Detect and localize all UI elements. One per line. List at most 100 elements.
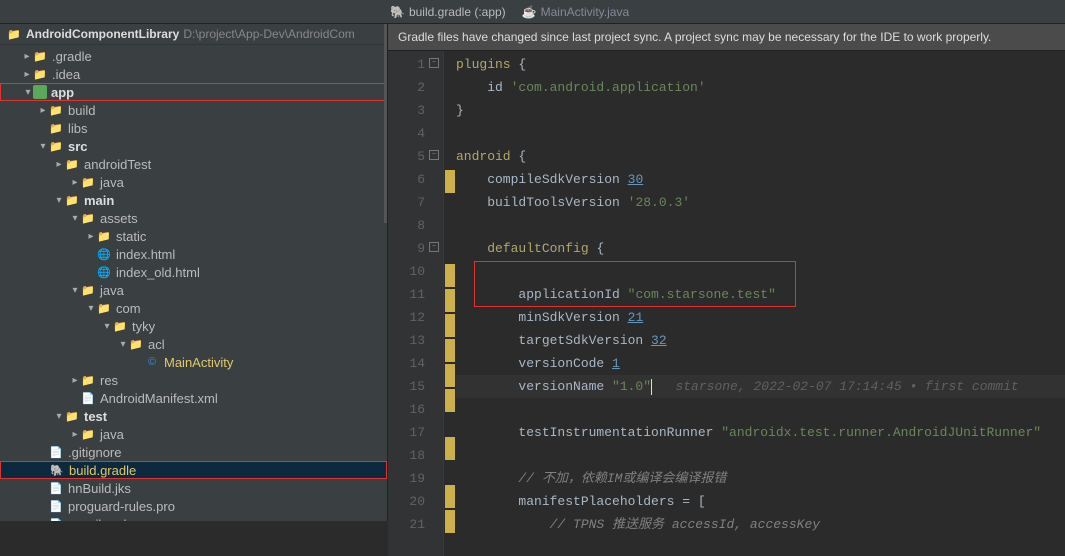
line-number: 20 (388, 490, 425, 513)
tree-item[interactable]: ▾📁com (0, 299, 387, 317)
tree-item[interactable]: ▸📁res (0, 371, 387, 389)
tree-item[interactable]: ▾📁src (0, 137, 387, 155)
line-number: 11 (388, 283, 425, 306)
fld-icon: 📁 (64, 156, 80, 172)
sync-banner[interactable]: Gradle files have changed since last pro… (388, 24, 1065, 51)
project-tree[interactable]: ▸📁.gradle▸📁.idea▾app▸📁build·📁libs▾📁src▸📁… (0, 45, 387, 521)
tree-item[interactable]: ▸📁.idea (0, 65, 387, 83)
chevron-down-icon[interactable]: ▾ (118, 339, 128, 350)
fold-icon[interactable]: − (429, 58, 439, 68)
chevron-right-icon[interactable]: ▸ (70, 429, 80, 440)
tree-item[interactable]: ▾📁assets (0, 209, 387, 227)
tree-item[interactable]: ▾📁java (0, 281, 387, 299)
code-line[interactable]: testInstrumentationRunner "androidx.test… (456, 421, 1065, 444)
code-line[interactable]: targetSdkVersion 32 (456, 329, 1065, 352)
code-line[interactable] (456, 444, 1065, 467)
chevron-down-icon[interactable]: ▾ (54, 411, 64, 422)
chevron-down-icon[interactable]: ▾ (70, 213, 80, 224)
fld-icon: 📁 (48, 102, 64, 118)
tree-item-label: index.html (116, 247, 175, 262)
line-number: 10 (388, 260, 425, 283)
tree-item[interactable]: ▸📁androidTest (0, 155, 387, 173)
chevron-right-icon[interactable]: ▸ (70, 375, 80, 386)
code-editor[interactable]: 1−2345−6789−101112131415161718192021 plu… (388, 51, 1065, 556)
tree-item[interactable]: ▸📁build (0, 101, 387, 119)
tree-item[interactable]: ·📄hnBuild.jks (0, 479, 387, 497)
tree-item[interactable]: ▾app (0, 83, 387, 101)
chevron-right-icon[interactable]: ▸ (22, 69, 32, 80)
code-line[interactable]: buildToolsVersion '28.0.3' (456, 191, 1065, 214)
chevron-right-icon[interactable]: ▸ (70, 177, 80, 188)
chevron-down-icon[interactable]: ▾ (102, 321, 112, 332)
code-line[interactable]: versionCode 1 (456, 352, 1065, 375)
tree-item[interactable]: ▾📁acl (0, 335, 387, 353)
line-number: 5− (388, 145, 425, 168)
chevron-down-icon[interactable]: ▾ (38, 141, 48, 152)
code-line[interactable]: android { (456, 145, 1065, 168)
change-mark (444, 76, 456, 99)
fld-icon: 📁 (48, 120, 64, 136)
tree-item-label: acl (148, 337, 165, 352)
code-line[interactable]: } (456, 99, 1065, 122)
tree-item-label: tyky (132, 319, 155, 334)
fold-icon[interactable]: − (429, 150, 439, 160)
chevron-down-icon[interactable]: ▾ (23, 87, 33, 98)
tree-item[interactable]: ·©MainActivity (0, 353, 387, 371)
code-line[interactable] (456, 260, 1065, 283)
tree-item[interactable]: ·📄xuexibao.keys (0, 515, 387, 521)
code-body[interactable]: plugins { id 'com.android.application'} a… (456, 51, 1065, 556)
chevron-right-icon[interactable]: ▸ (38, 105, 48, 116)
chevron-right-icon[interactable]: ▸ (86, 231, 96, 242)
code-line[interactable]: // TPNS 推送服务 accessId, accessKey (456, 513, 1065, 536)
line-number: 4 (388, 122, 425, 145)
line-number: 3 (388, 99, 425, 122)
code-line[interactable]: defaultConfig { (456, 237, 1065, 260)
scrollbar[interactable] (384, 24, 387, 223)
tree-item[interactable]: ·📄AndroidManifest.xml (0, 389, 387, 407)
chevron-down-icon[interactable]: ▾ (54, 195, 64, 206)
tree-item-label: .idea (52, 67, 80, 82)
tab-main-activity[interactable]: ☕ MainActivity.java (522, 5, 629, 19)
change-mark (444, 193, 456, 216)
code-line[interactable]: // 不加，依赖IM或编译会编译报错 (456, 467, 1065, 490)
code-line[interactable]: manifestPlaceholders = [ (456, 490, 1065, 513)
app-icon (33, 85, 47, 99)
code-line[interactable] (456, 398, 1065, 421)
line-number: 12 (388, 306, 425, 329)
tree-item-label: java (100, 427, 124, 442)
code-line[interactable]: compileSdkVersion 30 (456, 168, 1065, 191)
tree-item[interactable]: ▾📁 tyky (0, 317, 387, 335)
code-line[interactable]: applicationId "com.starsone.test" (456, 283, 1065, 306)
chevron-down-icon[interactable]: ▾ (70, 285, 80, 296)
fold-icon[interactable]: − (429, 242, 439, 252)
html-icon: 🌐 (96, 246, 112, 262)
code-line[interactable] (456, 214, 1065, 237)
code-line[interactable]: plugins { (456, 53, 1065, 76)
tree-item[interactable]: ▸📁java (0, 173, 387, 191)
change-mark (444, 533, 456, 556)
code-line[interactable]: id 'com.android.application' (456, 76, 1065, 99)
change-mark (444, 264, 456, 287)
tab-build-gradle[interactable]: 🐘 build.gradle (:app) (390, 5, 506, 19)
tree-item[interactable]: ·📄proguard-rules.pro (0, 497, 387, 515)
file-icon: 📄 (48, 516, 64, 521)
tree-item[interactable]: ▸📁.gradle (0, 47, 387, 65)
project-sidebar: 📁 AndroidComponentLibrary D:\project\App… (0, 24, 388, 521)
tree-item[interactable]: ·🌐index.html (0, 245, 387, 263)
chevron-right-icon[interactable]: ▸ (22, 51, 32, 62)
editor-pane: Gradle files have changed since last pro… (388, 24, 1065, 521)
chevron-down-icon[interactable]: ▾ (86, 303, 96, 314)
code-line[interactable] (456, 122, 1065, 145)
fld-icon: 📁 (112, 318, 128, 334)
code-line[interactable]: versionName "1.0" starsone, 2022-02-07 1… (456, 375, 1065, 398)
tree-item[interactable]: ·🐘build.gradle (0, 461, 387, 479)
tree-item[interactable]: ▾📁test (0, 407, 387, 425)
tree-item[interactable]: ·🌐index_old.html (0, 263, 387, 281)
tree-item[interactable]: ▸📁static (0, 227, 387, 245)
tree-item[interactable]: ▾📁main (0, 191, 387, 209)
chevron-right-icon[interactable]: ▸ (54, 159, 64, 170)
tree-item[interactable]: ·📁libs (0, 119, 387, 137)
code-line[interactable]: minSdkVersion 21 (456, 306, 1065, 329)
tree-item[interactable]: ▸📁java (0, 425, 387, 443)
tree-item[interactable]: ·📄.gitignore (0, 443, 387, 461)
